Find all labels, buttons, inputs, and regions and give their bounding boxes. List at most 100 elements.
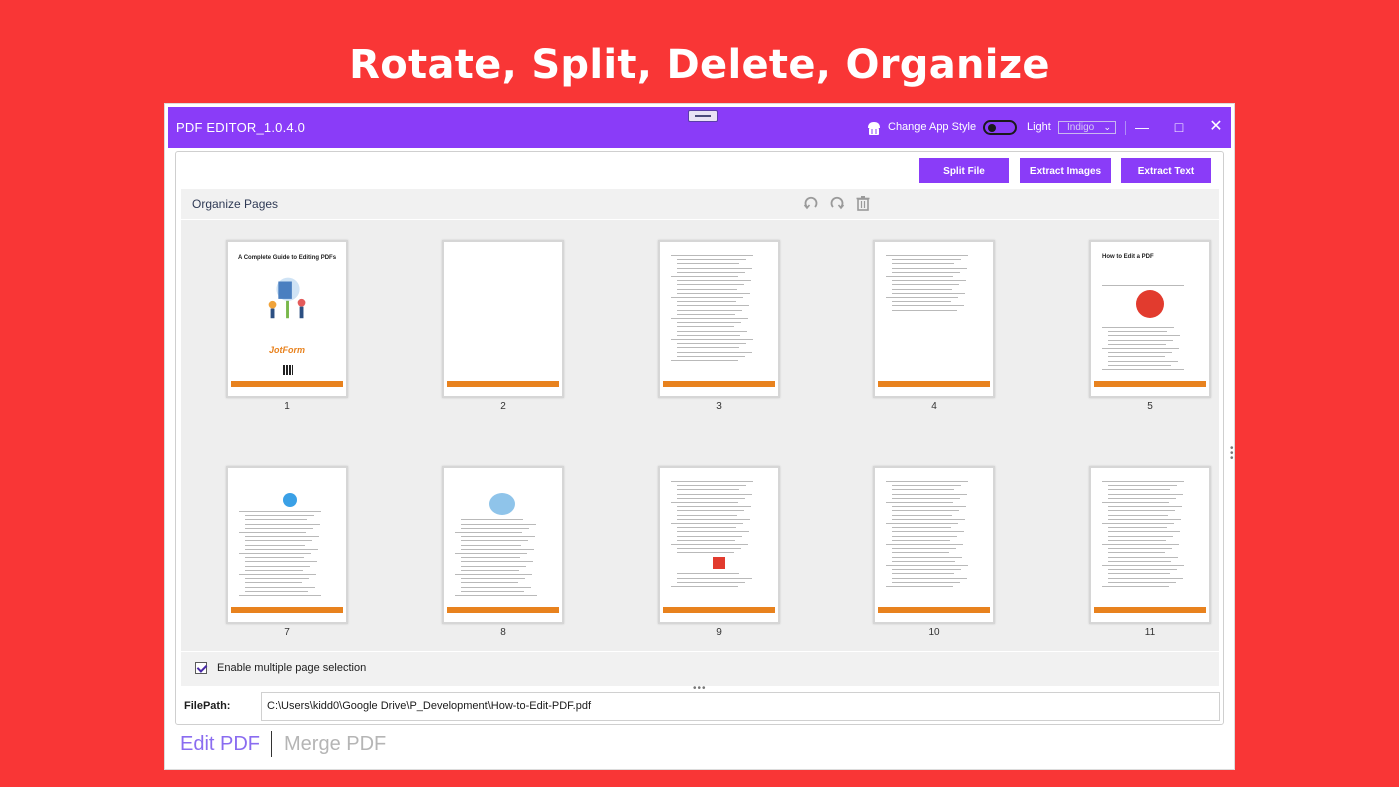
text-line <box>461 557 520 559</box>
text-line <box>455 595 537 596</box>
text-line <box>892 552 949 554</box>
tab-merge-pdf[interactable]: Merge PDF <box>284 733 386 756</box>
minimize-button[interactable]: — <box>1131 116 1153 138</box>
text-line <box>671 318 748 319</box>
text-line <box>1108 581 1176 583</box>
text-line <box>239 595 321 596</box>
rotate-left-icon[interactable] <box>803 195 819 211</box>
text-line <box>892 489 954 491</box>
text-line <box>892 514 952 516</box>
page-preview: A Complete Guide to Editing PDFs JotForm <box>231 245 343 393</box>
text-line <box>892 531 964 533</box>
text-line <box>1102 369 1184 370</box>
text-line <box>892 577 967 579</box>
text-line <box>1102 544 1179 545</box>
text-line <box>677 493 752 495</box>
page-thumbnail[interactable] <box>442 466 564 624</box>
page-thumbnail[interactable] <box>226 466 348 624</box>
trash-icon[interactable] <box>855 195 871 211</box>
text-line <box>886 502 953 503</box>
multi-select-checkbox[interactable] <box>195 662 207 674</box>
page-thumbnail-grid: A Complete Guide to Editing PDFs JotForm 1… <box>181 220 1219 651</box>
text-line <box>677 343 746 345</box>
text-line <box>1108 343 1166 345</box>
thumb-title: How to Edit a PDF <box>1102 254 1154 260</box>
text-line <box>245 561 317 563</box>
extract-text-button[interactable]: Extract Text <box>1121 158 1211 183</box>
text-line <box>892 301 951 303</box>
page-footer-band <box>231 607 343 613</box>
extract-images-button[interactable]: Extract Images <box>1020 158 1111 183</box>
page-preview <box>663 471 775 619</box>
multi-select-label[interactable]: Enable multiple page selection <box>217 662 366 674</box>
app-window: PDF EDITOR_1.0.4.0 Change App Style Ligh… <box>164 103 1235 770</box>
text-line <box>245 557 304 559</box>
text-line <box>245 536 319 538</box>
page-thumbnail[interactable] <box>442 240 564 398</box>
text-line <box>677 334 740 336</box>
page-number: 1 <box>284 401 290 412</box>
text-line <box>1108 331 1167 333</box>
page-thumbnail[interactable] <box>1089 466 1211 624</box>
text-line <box>892 280 966 282</box>
change-style-label[interactable]: Change App Style <box>888 121 976 133</box>
text-line <box>677 284 744 286</box>
text-line <box>1102 285 1184 286</box>
maximize-button[interactable]: □ <box>1168 116 1190 138</box>
text-line <box>677 355 745 357</box>
page-number: 7 <box>284 627 290 638</box>
text-line <box>677 313 735 315</box>
text-line <box>461 578 525 580</box>
text-line <box>671 502 738 503</box>
drag-handle[interactable] <box>688 110 718 122</box>
text-line <box>239 553 311 554</box>
text-line <box>1102 565 1184 566</box>
text-line <box>455 553 527 554</box>
page-thumbnail[interactable] <box>658 240 780 398</box>
text-line <box>671 523 743 524</box>
text-line <box>892 573 954 575</box>
text-line <box>677 347 739 349</box>
text-line <box>1108 506 1182 508</box>
theme-color-select[interactable]: Indigo ⌄ <box>1058 121 1116 134</box>
page-thumbnail[interactable]: A Complete Guide to Editing PDFs JotForm <box>226 240 348 398</box>
text-line <box>1102 348 1179 349</box>
page-preview <box>663 245 775 393</box>
theme-toggle[interactable] <box>983 120 1017 135</box>
rotate-right-icon[interactable] <box>829 195 845 211</box>
text-line <box>677 581 745 583</box>
page-footer-band <box>663 381 775 387</box>
text-line <box>677 535 742 537</box>
side-splitter-grip-icon[interactable]: • • • <box>1230 444 1234 464</box>
text-line <box>1108 352 1172 354</box>
text-line <box>892 556 962 558</box>
text-line <box>892 581 960 583</box>
text-line <box>892 535 957 537</box>
page-thumbnail[interactable] <box>873 466 995 624</box>
text-line <box>1108 485 1177 487</box>
text-line <box>461 544 521 546</box>
text-line <box>677 305 749 307</box>
text-line <box>677 548 741 550</box>
page-thumbnail[interactable] <box>873 240 995 398</box>
text-line <box>461 523 536 525</box>
text-line <box>1108 535 1173 537</box>
page-footer-band <box>1094 381 1206 387</box>
text-line <box>461 519 523 521</box>
text-line <box>239 511 321 512</box>
page-thumbnail[interactable] <box>658 466 780 624</box>
title-bar[interactable]: PDF EDITOR_1.0.4.0 Change App Style Ligh… <box>168 107 1231 148</box>
cupcake-icon[interactable] <box>865 119 883 137</box>
split-file-button[interactable]: Split File <box>919 158 1009 183</box>
filepath-field[interactable]: C:\Users\kidd0\Google Drive\P_Developmen… <box>261 692 1220 721</box>
page-footer-band <box>231 381 343 387</box>
tab-edit-pdf[interactable]: Edit PDF <box>180 733 260 756</box>
text-line <box>1108 356 1165 358</box>
close-button[interactable]: ✕ <box>1205 116 1227 138</box>
theme-mode-label: Light <box>1027 121 1051 133</box>
text-line <box>671 297 743 298</box>
text-line <box>671 255 753 256</box>
page-number: 3 <box>716 401 722 412</box>
page-preview <box>447 245 559 393</box>
page-thumbnail[interactable]: How to Edit a PDF <box>1089 240 1211 398</box>
